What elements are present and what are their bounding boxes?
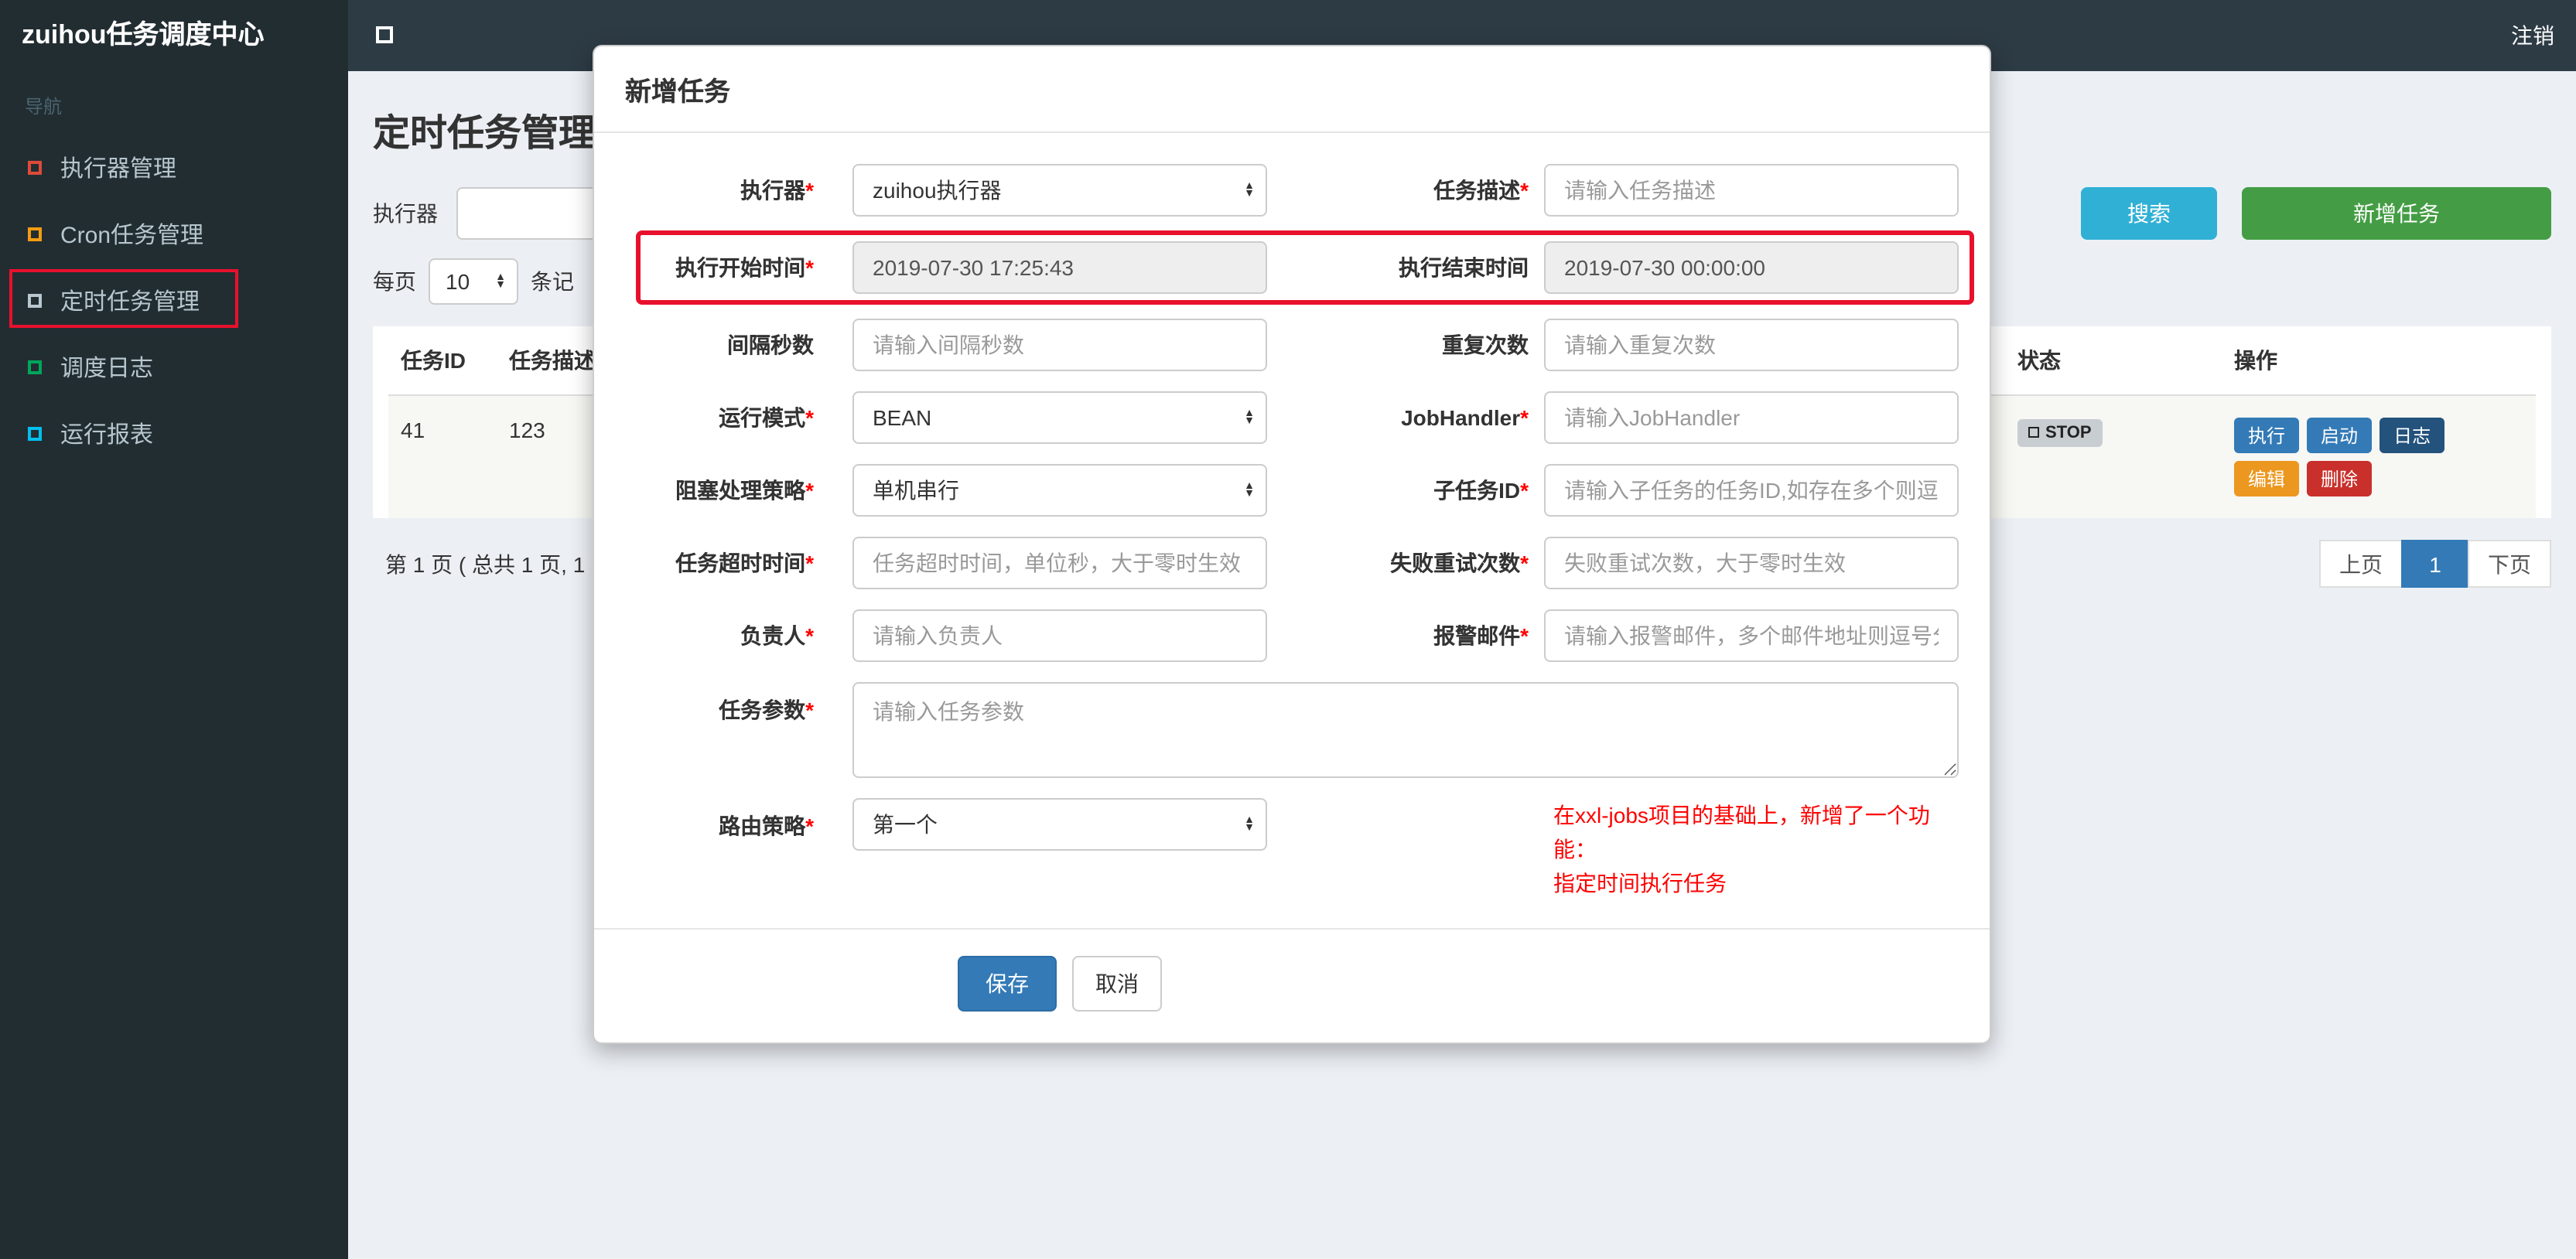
owner-input[interactable] bbox=[852, 609, 1267, 662]
executor-filter-label: 执行器 bbox=[373, 201, 438, 226]
retry-input[interactable] bbox=[1544, 537, 1959, 589]
status-badge: STOP bbox=[2017, 418, 2103, 446]
next-page-button[interactable]: 下页 bbox=[2468, 540, 2551, 588]
cancel-button[interactable]: 取消 bbox=[1072, 956, 1162, 1012]
executor-select[interactable]: zuihou执行器 ▲ ▼ bbox=[852, 164, 1267, 217]
sidebar-item-label: 定时任务管理 bbox=[60, 289, 200, 316]
alarm-email-input[interactable] bbox=[1544, 609, 1959, 662]
block-strategy-select[interactable]: 单机串行 ▲ ▼ bbox=[852, 464, 1267, 517]
sidebar-toggle-icon[interactable] bbox=[376, 26, 393, 43]
executor-field-label: 执行器* bbox=[740, 178, 814, 203]
sidebar-item-label: 执行器管理 bbox=[60, 156, 177, 183]
job-handler-field-label: JobHandler* bbox=[1401, 405, 1529, 430]
perpage-suffix: 条记 bbox=[531, 269, 574, 294]
sidebar-item-timed-jobs[interactable]: 定时任务管理 bbox=[0, 268, 348, 334]
run-mode-select[interactable]: BEAN ▲ ▼ bbox=[852, 391, 1267, 444]
sidebar-nav: 导航 执行器管理 Cron任务管理 定时任务管理 调度日志 运行报表 bbox=[0, 71, 348, 1259]
retry-field-label: 失败重试次数* bbox=[1390, 551, 1529, 575]
page-number-button[interactable]: 1 bbox=[2401, 540, 2469, 588]
end-time-input[interactable] bbox=[1544, 241, 1959, 294]
child-job-field-label: 子任务ID* bbox=[1433, 478, 1529, 503]
sidebar-item-executor-manage[interactable]: 执行器管理 bbox=[0, 135, 348, 201]
pagination-group: 上页 1 下页 bbox=[2319, 540, 2551, 588]
select-caret-icon: ▲▼ bbox=[1244, 481, 1255, 500]
start-time-field-label: 执行开始时间* bbox=[675, 255, 814, 280]
log-button[interactable]: 日志 bbox=[2380, 418, 2445, 453]
job-param-textarea[interactable] bbox=[852, 682, 1959, 778]
interval-field-label: 间隔秒数 bbox=[727, 333, 814, 357]
logout-link[interactable]: 注销 bbox=[2511, 0, 2554, 71]
route-strategy-select[interactable]: 第一个 ▲ ▼ bbox=[852, 798, 1267, 851]
sidebar-item-label: 运行报表 bbox=[60, 422, 154, 449]
sidebar-item-label: Cron任务管理 bbox=[60, 223, 204, 249]
delete-button[interactable]: 删除 bbox=[2307, 461, 2373, 496]
start-time-input[interactable] bbox=[852, 241, 1267, 294]
square-icon bbox=[28, 427, 42, 441]
timeout-field-label: 任务超时时间* bbox=[675, 551, 814, 575]
annotation-highlight-box: 执行开始时间* 执行结束时间 bbox=[636, 230, 1974, 305]
interval-input[interactable] bbox=[852, 319, 1267, 371]
select-caret-icon: ▲▼ bbox=[495, 272, 506, 291]
square-icon bbox=[28, 161, 42, 175]
sidebar-item-cron-jobs[interactable]: Cron任务管理 bbox=[0, 201, 348, 268]
col-header-actions[interactable]: 操作 bbox=[2222, 326, 2536, 396]
cell-status: STOP bbox=[2005, 396, 2222, 518]
app-viewport: zuihou任务调度中心 注销 导航 执行器管理 Cron任务管理 定时任务管理… bbox=[0, 0, 2576, 1259]
timeout-input[interactable] bbox=[852, 537, 1267, 589]
route-strategy-field-label: 路由策略* bbox=[719, 814, 814, 838]
modal-footer: 保存 取消 bbox=[594, 928, 1990, 1042]
select-caret-icon: ▲▼ bbox=[1244, 815, 1255, 834]
sidebar-section-label: 导航 bbox=[25, 96, 63, 118]
stop-square-icon bbox=[2028, 427, 2039, 438]
modal-body: 执行器* zuihou执行器 ▲▼ 任务描述* 执行开始时间* 执行结束时间 间… bbox=[594, 133, 1990, 900]
child-job-input[interactable] bbox=[1544, 464, 1959, 517]
run-mode-field-label: 运行模式* bbox=[719, 405, 814, 430]
job-desc-input[interactable] bbox=[1544, 164, 1959, 217]
add-job-button[interactable]: 新增任务 bbox=[2242, 187, 2551, 240]
square-icon bbox=[28, 294, 42, 308]
start-button[interactable]: 启动 bbox=[2307, 418, 2373, 453]
prev-page-button[interactable]: 上页 bbox=[2319, 540, 2403, 588]
sidebar-item-dispatch-log[interactable]: 调度日志 bbox=[0, 334, 348, 401]
cell-actions: 执行 启动 日志 编辑 删除 bbox=[2222, 396, 2536, 518]
execute-button[interactable]: 执行 bbox=[2234, 418, 2300, 453]
perpage-select[interactable]: 10 ▲ ▼ bbox=[429, 258, 518, 305]
alarm-email-field-label: 报警邮件* bbox=[1433, 623, 1529, 648]
col-header-status[interactable]: 状态 bbox=[2005, 326, 2222, 396]
owner-field-label: 负责人* bbox=[740, 623, 814, 648]
perpage-label: 每页 bbox=[373, 269, 416, 294]
block-strategy-field-label: 阻塞处理策略* bbox=[675, 478, 814, 503]
job-desc-field-label: 任务描述* bbox=[1433, 178, 1529, 203]
square-icon bbox=[28, 360, 42, 374]
end-time-field-label: 执行结束时间 bbox=[1399, 255, 1529, 280]
square-icon bbox=[28, 227, 42, 241]
modal-title: 新增任务 bbox=[625, 77, 730, 107]
sidebar-item-label: 调度日志 bbox=[60, 356, 154, 382]
edit-button[interactable]: 编辑 bbox=[2234, 461, 2300, 496]
repeat-field-label: 重复次数 bbox=[1442, 333, 1529, 357]
job-param-field-label: 任务参数* bbox=[719, 698, 814, 722]
modal-header: 新增任务 bbox=[594, 46, 1990, 133]
pagination-summary: 第 1 页 ( 总共 1 页, 1 bbox=[385, 551, 586, 576]
add-job-modal: 新增任务 执行器* zuihou执行器 ▲▼ 任务描述* 执行开始时间* 执行结… bbox=[593, 45, 1991, 1044]
sidebar-item-run-report[interactable]: 运行报表 bbox=[0, 401, 348, 467]
col-header-job-id[interactable]: 任务ID bbox=[388, 326, 497, 396]
cell-job-id: 41 bbox=[401, 418, 425, 442]
job-handler-input[interactable] bbox=[1544, 391, 1959, 444]
save-button[interactable]: 保存 bbox=[958, 956, 1057, 1012]
select-caret-icon: ▲▼ bbox=[1244, 181, 1255, 200]
feature-note: 在xxl-jobs项目的基础上，新增了一个功能： 指定时间执行任务 bbox=[1553, 803, 1930, 896]
select-caret-icon: ▲▼ bbox=[1244, 408, 1255, 427]
search-button[interactable]: 搜索 bbox=[2081, 187, 2217, 240]
repeat-input[interactable] bbox=[1544, 319, 1959, 371]
app-brand[interactable]: zuihou任务调度中心 bbox=[0, 0, 348, 71]
